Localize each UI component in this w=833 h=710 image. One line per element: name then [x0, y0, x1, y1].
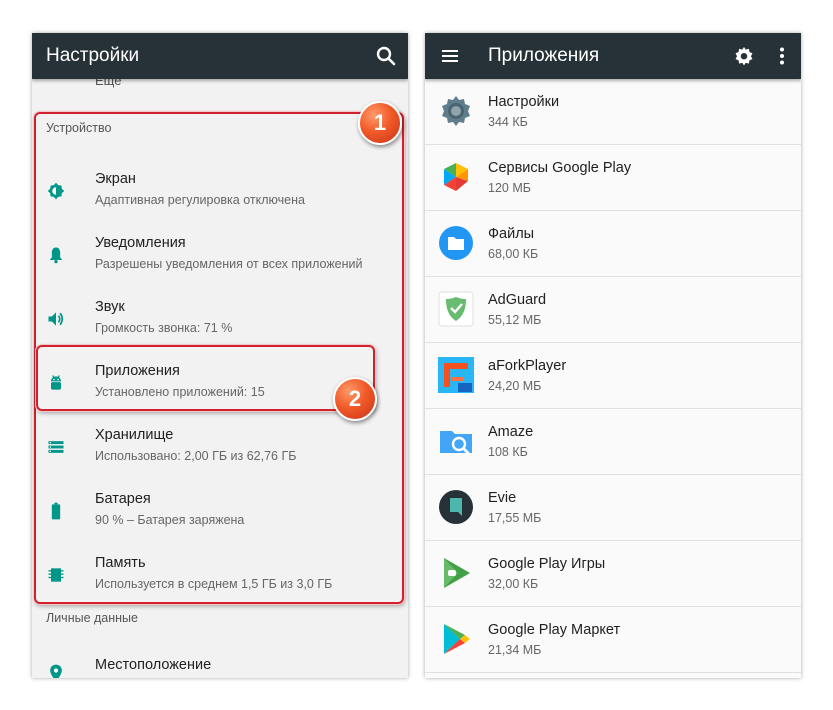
app-row-google-play-games[interactable]: Google Play Игры 32,00 КБ	[425, 541, 801, 607]
apps-app-bar: Приложения	[425, 33, 801, 79]
app-row-amaze[interactable]: Amaze 108 КБ	[425, 409, 801, 475]
app-size: 32,00 КБ	[488, 577, 539, 591]
app-size: 17,55 МБ	[488, 511, 542, 525]
setting-location-title: Местоположение	[95, 657, 212, 673]
app-name: aForkPlayer	[488, 358, 567, 374]
app-size: 24,20 МБ	[488, 379, 542, 393]
settings-gear-icon	[442, 96, 470, 126]
more-vert-icon[interactable]	[770, 44, 794, 68]
app-row-files[interactable]: Файлы 68,00 КБ	[425, 211, 801, 277]
google-play-games-icon	[444, 558, 470, 588]
google-play-services-icon	[444, 163, 468, 191]
highlight-apps-item	[36, 345, 375, 411]
settings-app-bar: Настройки	[32, 33, 408, 79]
app-name: Evie	[488, 490, 517, 506]
files-icon	[439, 226, 473, 260]
app-name: Файлы	[488, 226, 535, 242]
apps-title: Приложения	[488, 45, 600, 66]
app-name: AdGuard	[488, 292, 547, 308]
app-row-evie[interactable]: Evie 17,55 МБ	[425, 475, 801, 541]
app-name: Amaze	[488, 424, 534, 440]
step-badge-2: 2	[333, 377, 377, 421]
app-name: Google Play Маркет	[488, 622, 621, 638]
app-name: Google Play Игры	[488, 556, 606, 572]
app-size: 21,34 МБ	[488, 643, 542, 657]
app-size: 55,12 МБ	[488, 313, 542, 327]
app-row-google-play-store[interactable]: Google Play Маркет 21,34 МБ	[425, 607, 801, 673]
app-name: Настройки	[488, 94, 560, 110]
settings-title: Настройки	[46, 45, 140, 66]
app-size: 344 КБ	[488, 115, 528, 129]
evie-icon	[439, 490, 473, 524]
gear-icon[interactable]	[732, 44, 756, 68]
app-size: 120 МБ	[488, 181, 531, 195]
apps-screen: Приложения Настройки 344 КБ Сервисы Goog…	[425, 33, 801, 678]
menu-icon[interactable]	[438, 44, 462, 68]
step-badge-1: 1	[358, 101, 402, 145]
location-pin-icon	[50, 664, 62, 678]
aforkplayer-icon	[438, 357, 474, 393]
app-row-google-play-services[interactable]: Сервисы Google Play 120 МБ	[425, 145, 801, 211]
app-size: 108 КБ	[488, 445, 528, 459]
setting-location[interactable]: Местоположение	[32, 647, 408, 678]
personal-section-header: Личные данные	[46, 611, 138, 625]
app-size: 68,00 КБ	[488, 247, 539, 261]
search-icon[interactable]	[374, 44, 398, 68]
app-row-settings[interactable]: Настройки 344 КБ	[425, 79, 801, 145]
app-row-adguard[interactable]: AdGuard 55,12 МБ	[425, 277, 801, 343]
app-row-aforkplayer[interactable]: aForkPlayer 24,20 МБ	[425, 343, 801, 409]
adguard-icon	[438, 291, 474, 327]
amaze-icon	[440, 431, 472, 455]
google-play-store-icon	[444, 624, 470, 654]
app-name: Сервисы Google Play	[488, 160, 632, 176]
